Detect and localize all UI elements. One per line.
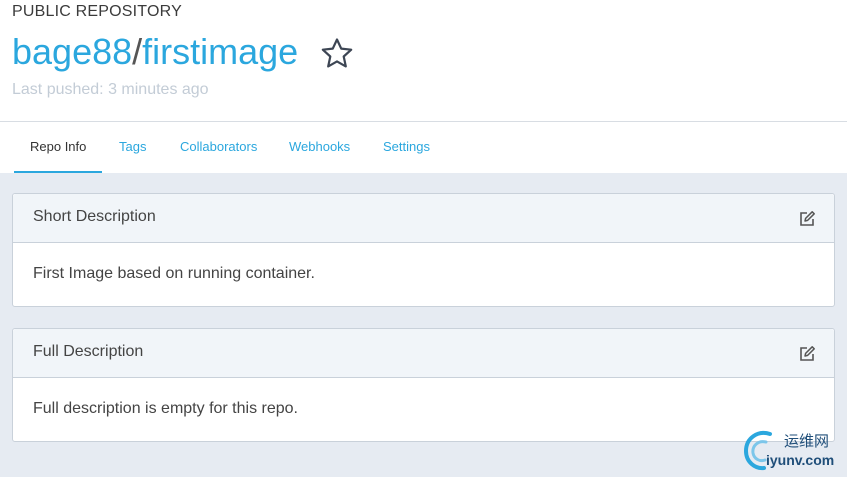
edit-icon[interactable] xyxy=(798,210,816,228)
short-description-panel: Short Description First Image based on r… xyxy=(12,193,835,307)
panel-header: Short Description xyxy=(13,194,834,243)
short-description-text: First Image based on running container. xyxy=(33,265,315,282)
star-icon[interactable] xyxy=(320,37,354,69)
full-description-panel: Full Description Full description is emp… xyxy=(12,328,835,442)
repo-name-link[interactable]: firstimage xyxy=(142,31,298,72)
repo-header: PUBLIC REPOSITORY bage88/firstimage Last… xyxy=(0,0,847,122)
panel-body: First Image based on running container. xyxy=(13,243,834,306)
tab-collaborators[interactable]: Collaborators xyxy=(180,122,257,173)
tab-webhooks[interactable]: Webhooks xyxy=(289,122,350,173)
last-pushed-text: Last pushed: 3 minutes ago xyxy=(12,81,209,98)
tab-repo-info[interactable]: Repo Info xyxy=(14,122,103,173)
repo-visibility-label: PUBLIC REPOSITORY xyxy=(12,3,182,20)
full-description-text: Full description is empty for this repo. xyxy=(33,400,298,417)
panel-title: Full Description xyxy=(33,343,144,360)
repo-info-content: Short Description First Image based on r… xyxy=(0,173,847,477)
tab-tags[interactable]: Tags xyxy=(119,122,146,173)
tab-settings[interactable]: Settings xyxy=(383,122,430,173)
edit-icon[interactable] xyxy=(798,345,816,363)
panel-title: Short Description xyxy=(33,208,156,225)
repo-title-separator: / xyxy=(132,31,143,72)
panel-body: Full description is empty for this repo. xyxy=(13,378,834,441)
watermark-en-text: iyunv.com xyxy=(766,452,835,468)
repo-tabs: Repo Info Tags Collaborators Webhooks Se… xyxy=(0,121,847,173)
watermark-logo: 运维网 iyunv.com xyxy=(740,428,845,474)
repo-title: bage88/firstimage xyxy=(12,30,298,74)
watermark-cn-text: 运维网 xyxy=(784,432,830,450)
repo-owner-link[interactable]: bage88 xyxy=(12,31,132,72)
panel-header: Full Description xyxy=(13,329,834,378)
